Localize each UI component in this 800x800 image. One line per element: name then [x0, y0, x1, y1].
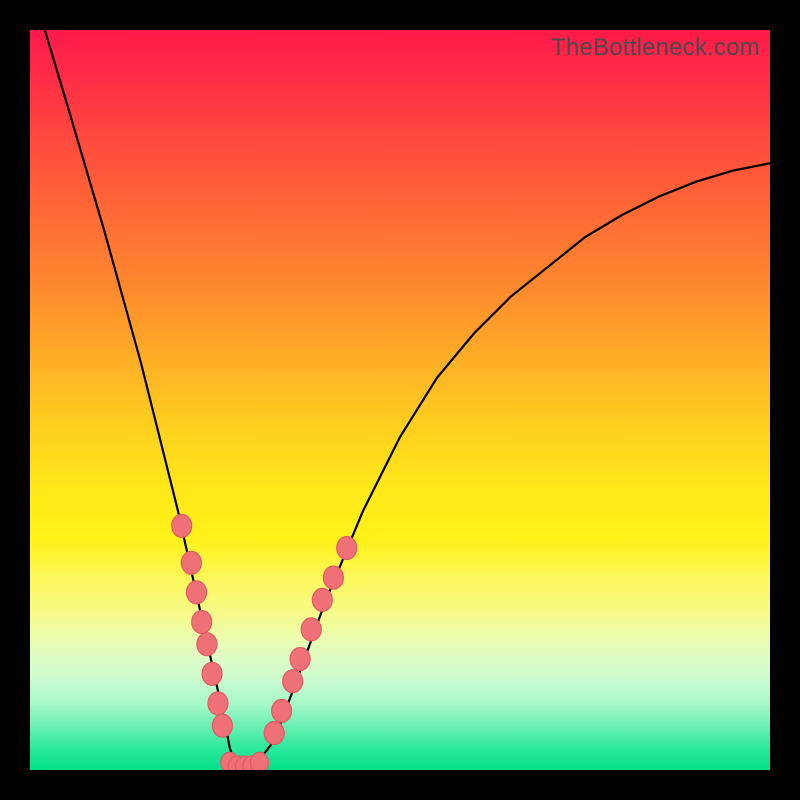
data-point [192, 611, 212, 634]
data-point [264, 722, 284, 745]
chart-frame: TheBottleneck.com [0, 0, 800, 800]
curve-svg [30, 30, 770, 770]
data-point [272, 699, 292, 722]
data-points-bottom [221, 752, 269, 770]
data-point [172, 514, 192, 537]
data-point [208, 692, 228, 715]
data-point [212, 714, 232, 737]
data-points-left [172, 514, 233, 737]
data-point [312, 588, 332, 611]
data-point [290, 648, 310, 671]
data-point [202, 662, 222, 685]
data-point [323, 566, 343, 589]
data-point [337, 537, 357, 560]
data-point [181, 551, 201, 574]
data-point [283, 670, 303, 693]
bottleneck-curve [45, 30, 770, 770]
plot-area: TheBottleneck.com [30, 30, 770, 770]
data-points-right [264, 537, 357, 745]
data-point [187, 581, 207, 604]
data-point [301, 618, 321, 641]
data-point [250, 752, 268, 770]
data-point [197, 633, 217, 656]
